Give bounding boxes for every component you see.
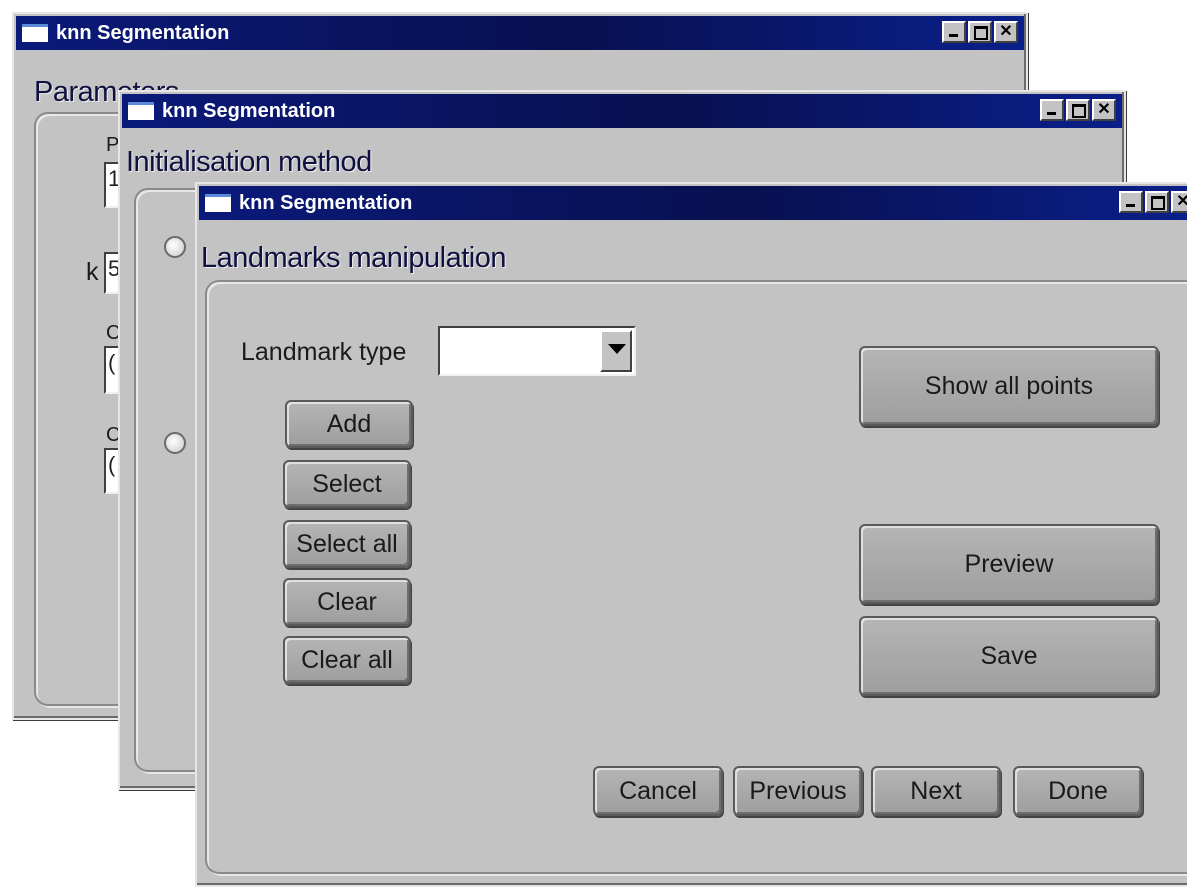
minimize-icon[interactable] [1040,99,1064,121]
done-button[interactable]: Done [1013,766,1143,816]
section-title: Initialisation method [126,146,372,178]
select-all-button[interactable]: Select all [283,520,411,568]
init-radio-1[interactable] [164,236,186,258]
maximize-icon[interactable] [1145,191,1169,213]
previous-button[interactable]: Previous [733,766,863,816]
show-all-points-button[interactable]: Show all points [859,346,1159,426]
cancel-button[interactable]: Cancel [593,766,723,816]
select-button[interactable]: Select [283,460,411,508]
close-icon[interactable]: ✕ [1171,191,1187,213]
clear-button[interactable]: Clear [283,578,411,626]
maximize-icon[interactable] [1066,99,1090,121]
save-button[interactable]: Save [859,616,1159,696]
window-title: knn Segmentation [239,191,413,214]
window-title: knn Segmentation [162,99,336,122]
maximize-icon[interactable] [968,21,992,43]
clear-all-button[interactable]: Clear all [283,636,411,684]
app-icon [128,102,154,120]
add-button[interactable]: Add [285,400,413,448]
app-icon [205,194,231,212]
landmark-type-dropdown[interactable] [438,326,636,376]
param-label-k: k [86,258,99,286]
close-icon[interactable]: ✕ [994,21,1018,43]
next-button[interactable]: Next [871,766,1001,816]
minimize-icon[interactable] [1119,191,1143,213]
minimize-icon[interactable] [942,21,966,43]
window-controls: ✕ [1119,191,1187,213]
landmark-type-label: Landmark type [241,338,407,366]
chevron-down-icon[interactable] [600,330,632,372]
close-icon[interactable]: ✕ [1092,99,1116,121]
window-controls: ✕ [1040,99,1116,121]
init-radio-2[interactable] [164,432,186,454]
window-controls: ✕ [942,21,1018,43]
section-title: Landmarks manipulation [201,242,506,274]
window-titlebar[interactable]: knn Segmentation ✕ [16,16,1024,50]
window-titlebar[interactable]: knn Segmentation ✕ [122,94,1122,128]
window-title: knn Segmentation [56,21,230,44]
preview-button[interactable]: Preview [859,524,1159,604]
app-icon [22,24,48,42]
window-titlebar[interactable]: knn Segmentation ✕ [199,186,1187,220]
window-landmarks: knn Segmentation ✕ Landmarks manipulatio… [195,182,1187,887]
